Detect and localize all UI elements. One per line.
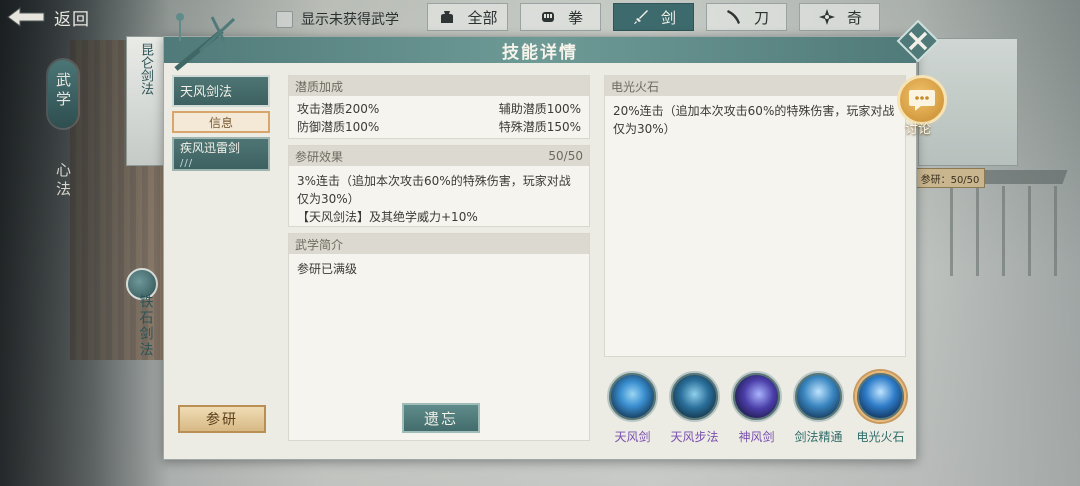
tab-all[interactable]: 全部 xyxy=(427,3,508,31)
nav-xinfa-label: 心法 xyxy=(54,162,72,200)
skill-name: 电光火石 xyxy=(856,430,905,444)
intro-title: 武学简介 xyxy=(295,237,344,252)
skill-detail-dialog: 技能详情 天风剑法 信息 疾风迅雷剑 /// 参研 潜质加成 攻击潜质200% … xyxy=(163,13,940,460)
chat-bubble-icon xyxy=(909,90,935,111)
potential-panel: 潜质加成 攻击潜质200% 辅助潜质100% 防御潜质100% 特殊潜质150% xyxy=(288,75,590,139)
blade-icon xyxy=(724,7,744,27)
research-effect-line: 【天风剑法】及其绝学威力+10% xyxy=(297,210,478,224)
skill-slot[interactable]: 天风剑 xyxy=(606,371,659,445)
back-button[interactable]: 返回 xyxy=(6,3,106,31)
research-effect-body: 3%连击（追加本次攻击60%的特殊伤害，玩家对战仅为30%） 【天风剑法】及其绝… xyxy=(289,166,589,232)
fist-icon xyxy=(538,7,558,27)
nav-wuxue[interactable]: 武学 xyxy=(48,60,78,128)
skill-tianfengbufa-icon xyxy=(669,371,720,422)
potential-defense: 防御潜质100% xyxy=(297,120,380,134)
skill-card-kunlun[interactable]: 昆仑剑法 xyxy=(126,36,164,166)
category-tabs: 全部 拳 剑 刀 奇 xyxy=(427,3,880,31)
nav-xinfa[interactable]: 心法 xyxy=(48,162,78,200)
skill-item-tianfeng[interactable]: 天风剑法 xyxy=(172,75,270,107)
checkbox[interactable] xyxy=(276,10,293,28)
potential-stats: 攻击潜质200% 辅助潜质100% 防御潜质100% 特殊潜质150% xyxy=(289,96,589,142)
tab-blade[interactable]: 刀 xyxy=(706,3,787,31)
dialog-header: 技能详情 xyxy=(164,37,916,63)
research-effect-panel: 参研效果 50/50 3%连击（追加本次攻击60%的特殊伤害，玩家对战仅为30%… xyxy=(288,145,590,227)
tab-misc[interactable]: 奇 xyxy=(799,3,880,31)
shuriken-icon xyxy=(817,7,837,27)
potential-support: 辅助潜质100% xyxy=(498,102,581,116)
research-effect-progress: 50/50 xyxy=(548,149,583,163)
show-unowned-toggle[interactable]: 显示未获得武学 xyxy=(276,9,399,29)
intro-header: 武学简介 xyxy=(289,234,589,254)
skill-slot[interactable]: 剑法精通 xyxy=(792,371,845,445)
skill-item-jifeng[interactable]: 疾风迅雷剑 /// xyxy=(172,137,270,171)
sword-tassel-decoration xyxy=(164,11,264,71)
nav-wuxue-label: 武学 xyxy=(54,72,72,110)
skill-name: 天风步法 xyxy=(670,430,719,444)
skill-detail-header: 电光火石 xyxy=(605,76,905,96)
sword-icon xyxy=(631,7,651,27)
tab-sword[interactable]: 剑 xyxy=(613,3,694,31)
tab-label: 拳 xyxy=(567,8,583,27)
skill-dianguanghuoshi-icon xyxy=(855,371,906,422)
tab-label: 剑 xyxy=(660,8,676,27)
back-label: 返回 xyxy=(54,9,90,30)
bag-icon xyxy=(437,7,457,27)
skill-name: 剑法精通 xyxy=(794,430,843,444)
tab-fist[interactable]: 拳 xyxy=(520,3,601,31)
research-effect-header: 参研效果 50/50 xyxy=(289,146,589,166)
research-progress-tag: 参研：50/50 xyxy=(915,168,985,188)
skill-detail-body: 20%连击（追加本次攻击60%的特殊伤害，玩家对战仅为30%） xyxy=(613,104,895,136)
potential-special: 特殊潜质150% xyxy=(498,120,581,134)
dialog-title: 技能详情 xyxy=(502,42,578,63)
skill-tianfengjian-icon xyxy=(607,371,658,422)
skill-card-label: 昆仑剑法 xyxy=(138,43,153,95)
skill-detail-title: 电光火石 xyxy=(611,79,660,94)
show-unowned-label: 显示未获得武学 xyxy=(301,12,399,28)
discuss-label: 讨论 xyxy=(905,122,932,137)
skill-card-label: 铁石剑法 xyxy=(137,294,154,358)
research-effect-title: 参研效果 xyxy=(295,149,344,164)
tab-label: 刀 xyxy=(753,8,769,27)
skill-list: 天风剑法 信息 疾风迅雷剑 /// xyxy=(172,75,270,171)
skill-detail-panel: 电光火石 20%连击（追加本次攻击60%的特殊伤害，玩家对战仅为30%） xyxy=(604,75,906,357)
skill-slot[interactable]: 天风步法 xyxy=(668,371,721,445)
potential-attack: 攻击潜质200% xyxy=(297,102,380,116)
potential-title: 潜质加成 xyxy=(295,79,344,94)
sword-marks-icon: /// xyxy=(180,158,194,169)
forget-button[interactable]: 遗忘 xyxy=(402,403,480,433)
close-button[interactable] xyxy=(896,19,940,63)
intro-body: 参研已满级 xyxy=(297,262,358,276)
research-effect-line: 3%连击（追加本次攻击60%的特殊伤害，玩家对战仅为30%） xyxy=(297,174,571,206)
skill-slot[interactable]: 电光火石 xyxy=(854,371,907,445)
skill-jianfajingtong-icon xyxy=(793,371,844,422)
tab-label: 全部 xyxy=(467,8,498,27)
skill-item-label: 疾风迅雷剑 xyxy=(180,141,241,155)
potential-header: 潜质加成 xyxy=(289,76,589,96)
skill-card-tieshi[interactable]: 铁石剑法 xyxy=(126,286,164,386)
skill-name: 天风剑 xyxy=(614,430,651,444)
info-tab[interactable]: 信息 xyxy=(172,111,270,133)
skill-shenfengjian-icon xyxy=(731,371,782,422)
skill-name: 神风剑 xyxy=(738,430,775,444)
skill-icons-row: 天风剑 天风步法 神风剑 剑法精通 电光火石 xyxy=(606,371,907,445)
skill-slot[interactable]: 神风剑 xyxy=(730,371,783,445)
tab-label: 奇 xyxy=(846,8,862,27)
research-button[interactable]: 参研 xyxy=(178,405,266,433)
close-icon xyxy=(896,19,940,63)
back-arrow-icon xyxy=(6,6,46,28)
